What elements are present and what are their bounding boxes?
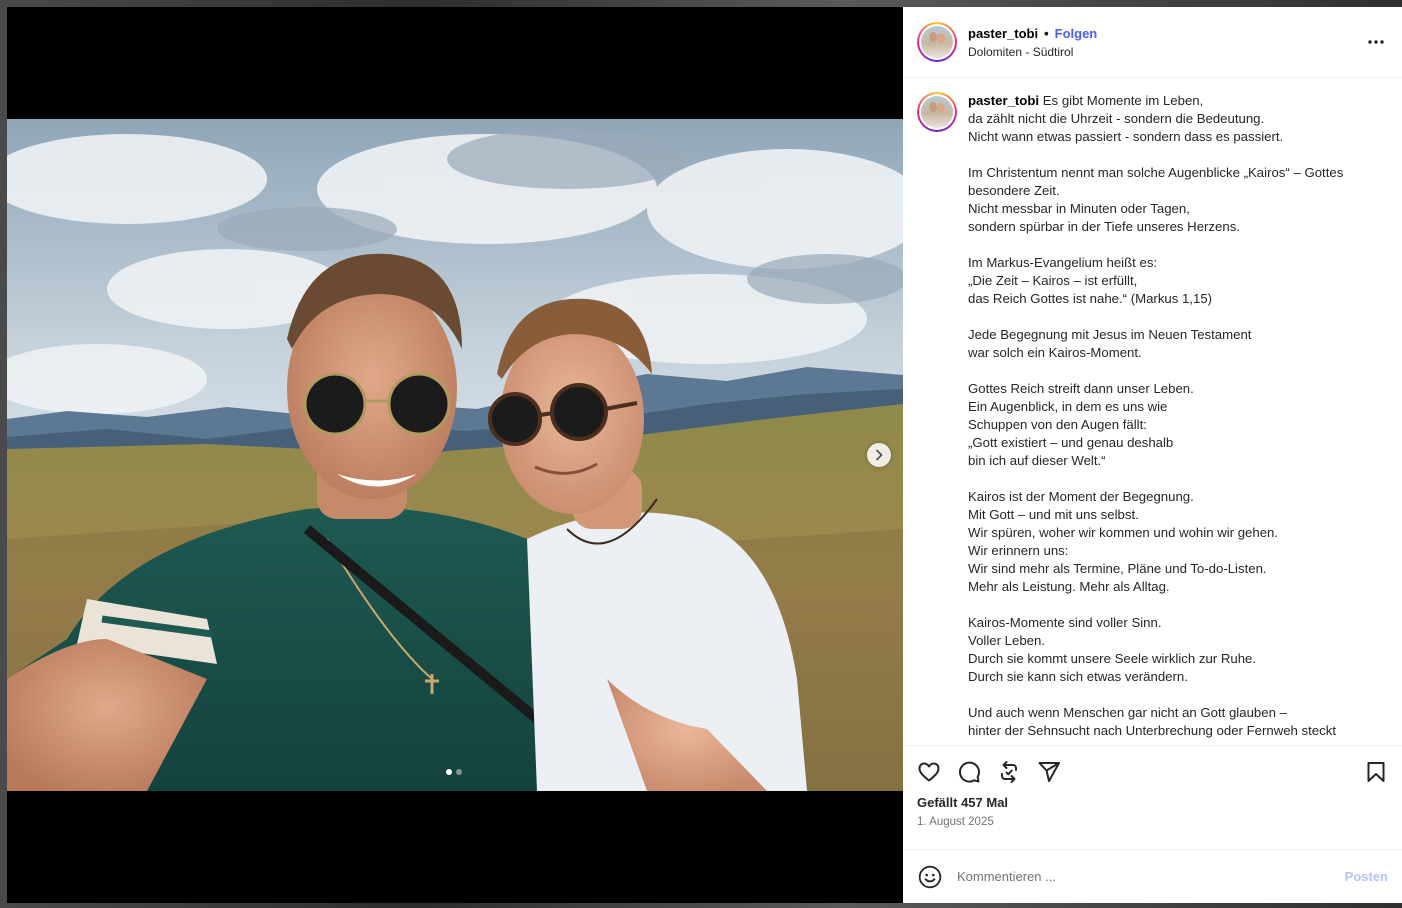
selfie-photo-illustration (7, 119, 903, 791)
post-caption: paster_tobi Es gibt Momente im Leben, da… (968, 92, 1386, 745)
repost-button[interactable] (997, 760, 1021, 784)
comment-button[interactable] (957, 760, 981, 784)
post-location[interactable]: Dolomiten - Südtirol (968, 45, 1364, 59)
likes-count[interactable]: Gefällt 457 Mal (917, 795, 1388, 810)
action-bar (917, 758, 1388, 786)
post-media (7, 7, 903, 903)
save-button[interactable] (1364, 760, 1388, 784)
post-comment-button[interactable]: Posten (1345, 869, 1388, 884)
like-button[interactable] (917, 760, 941, 784)
caption-text: Es gibt Momente im Leben, da zählt nicht… (968, 93, 1344, 738)
caption-username[interactable]: paster_tobi (968, 93, 1039, 108)
more-options-button[interactable] (1364, 30, 1388, 54)
separator-dot: • (1044, 25, 1049, 41)
emoji-button[interactable] (917, 864, 943, 890)
emoji-icon (918, 865, 942, 888)
bookmark-icon (1367, 762, 1385, 782)
comment-input[interactable] (957, 869, 1345, 884)
chevron-right-icon (876, 449, 883, 461)
caption-area: paster_tobi Es gibt Momente im Leben, da… (903, 78, 1402, 745)
more-horizontal-icon (1368, 40, 1384, 44)
author-username[interactable]: paster_tobi (968, 26, 1038, 41)
comment-icon (959, 761, 980, 783)
share-button[interactable] (1037, 760, 1061, 784)
carousel-dot-1 (446, 769, 452, 775)
author-avatar[interactable] (917, 22, 957, 62)
post-modal: paster_tobi • Folgen Dolomiten - Südtiro… (7, 7, 1402, 903)
send-icon (1038, 762, 1060, 782)
post-side-panel: paster_tobi • Folgen Dolomiten - Südtiro… (903, 7, 1402, 903)
heart-icon (918, 762, 940, 782)
caption-author-avatar[interactable] (917, 92, 957, 132)
carousel-next-button[interactable] (867, 443, 891, 467)
post-date[interactable]: 1. August 2025 (917, 816, 1388, 828)
follow-button[interactable]: Folgen (1055, 26, 1098, 41)
author-info: paster_tobi • Folgen Dolomiten - Südtiro… (968, 26, 1364, 59)
post-header: paster_tobi • Folgen Dolomiten - Südtiro… (903, 7, 1402, 78)
repost-icon (1001, 761, 1017, 783)
carousel-dot-2 (456, 769, 462, 775)
post-actions-section: Gefällt 457 Mal 1. August 2025 (903, 745, 1402, 849)
carousel-indicator (446, 769, 462, 775)
post-photo (7, 119, 903, 791)
comment-bar: Posten (903, 849, 1402, 903)
